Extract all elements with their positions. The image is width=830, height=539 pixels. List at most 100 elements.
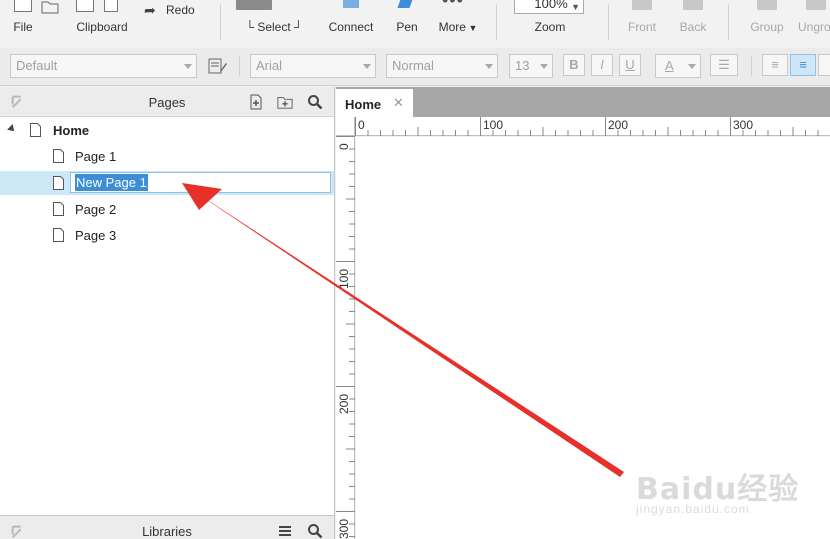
pages-panel: Pages Home Page 1 New Page 1 Page 2 Page… [0, 87, 335, 515]
ruler-corner [336, 117, 355, 136]
style-select[interactable]: Default [10, 54, 197, 78]
tree-item-new-page-1[interactable]: New Page 1 [0, 171, 334, 195]
pen-icon [397, 0, 415, 8]
bullet-list-button[interactable]: ☰ [710, 54, 738, 76]
group-button[interactable]: Group [744, 0, 790, 48]
ungroup-icon [806, 0, 826, 10]
tree-item-label: Home [53, 123, 90, 138]
bold-button[interactable]: B [563, 54, 585, 76]
align-left-button[interactable]: ≡ [762, 54, 788, 76]
document-tab-bar: Home ✕ [336, 87, 830, 117]
font-weight-select[interactable]: Normal [386, 54, 498, 78]
page-icon [53, 149, 64, 163]
align-right-button[interactable] [818, 54, 830, 76]
close-tab-icon[interactable]: ✕ [393, 95, 404, 111]
toolbar-divider [608, 4, 609, 40]
more-tools-button[interactable]: ••• More ▼ [434, 0, 482, 48]
redo-button[interactable]: ➦ Redo [142, 0, 202, 48]
page-icon [53, 176, 64, 190]
send-to-back-button[interactable]: Back [672, 0, 714, 48]
underline-button[interactable]: U [619, 54, 641, 76]
pages-panel-header: Pages [0, 87, 334, 117]
pen-button[interactable]: Pen [390, 0, 424, 48]
ruler-label: 200 [337, 393, 351, 414]
tree-item-page-1[interactable]: Page 1 [0, 144, 334, 168]
select-bracket-right: ┘ [290, 20, 303, 34]
vertical-ruler: 0 100 200 300 [336, 136, 355, 539]
page-icon [53, 228, 64, 242]
ungroup-button[interactable]: Ungro [796, 0, 830, 48]
tree-collapse-icon[interactable] [7, 124, 17, 134]
edit-style-icon[interactable] [208, 58, 228, 74]
font-color-dropdown-icon [688, 64, 696, 69]
clipboard-button[interactable]: Clipboard [70, 0, 134, 48]
horizontal-ruler-ticks [355, 117, 819, 136]
select-bracket-left: └ [245, 20, 258, 34]
rename-page-input[interactable]: New Page 1 [70, 172, 331, 193]
more-dropdown-icon: ▼ [465, 23, 478, 33]
zoom-select[interactable]: 100% ▼ [514, 0, 584, 14]
search-icon[interactable] [307, 94, 323, 110]
page-icon [53, 202, 64, 216]
connector-icon [343, 0, 359, 8]
weight-dropdown-icon [485, 64, 493, 69]
open-button[interactable] [40, 0, 60, 48]
format-divider [239, 56, 240, 76]
copy-icon [76, 0, 94, 12]
add-folder-icon[interactable] [277, 94, 293, 110]
tree-item-label: Page 3 [75, 228, 117, 243]
baidu-watermark: Baidu经验 jingyan.baidu.com [636, 458, 826, 528]
selected-text: New Page 1 [75, 174, 148, 191]
zoom-dropdown-icon: ▼ [571, 2, 580, 12]
page-icon [30, 123, 41, 137]
ruler-label: 300 [733, 118, 754, 132]
ruler-label: 100 [337, 268, 351, 289]
font-color-select[interactable]: A [655, 54, 701, 78]
tree-item-home[interactable]: Home [0, 118, 334, 142]
format-toolbar: Default Arial Normal 13 B I U A ☰ ≡ ≡ [0, 48, 830, 86]
connect-button[interactable]: Connect [322, 0, 380, 48]
file-button[interactable]: File [6, 0, 40, 48]
align-center-icon: ≡ [799, 57, 807, 72]
italic-button[interactable]: I [591, 54, 613, 76]
style-dropdown-icon [184, 64, 192, 69]
toolbar-divider [220, 4, 221, 40]
tree-item-label: Page 2 [75, 202, 117, 217]
toolbar-divider [728, 4, 729, 40]
group-icon [757, 0, 777, 10]
size-dropdown-icon [540, 64, 548, 69]
send-back-icon [683, 0, 703, 10]
font-dropdown-icon [363, 64, 371, 69]
search-icon[interactable] [307, 523, 323, 539]
ruler-label: 200 [608, 118, 629, 132]
format-divider [751, 56, 752, 76]
menu-icon[interactable] [277, 523, 293, 539]
bring-front-icon [632, 0, 652, 10]
font-family-select[interactable]: Arial [250, 54, 376, 78]
tree-item-page-3[interactable]: Page 3 [0, 223, 334, 247]
ruler-label: 100 [483, 118, 504, 132]
watermark-url: jingyan.baidu.com [636, 502, 750, 516]
more-dots-icon: ••• [442, 0, 464, 10]
ruler-label: 300 [337, 518, 351, 539]
toolbar-divider [496, 4, 497, 40]
ruler-label: 0 [337, 143, 351, 150]
vertical-ruler-ticks [336, 136, 355, 537]
paste-icon [104, 0, 118, 12]
ruler-label: 0 [358, 118, 365, 132]
select-icon [236, 0, 272, 10]
tree-item-label: Page 1 [75, 149, 117, 164]
font-size-select[interactable]: 13 [509, 54, 553, 78]
new-file-icon [14, 0, 32, 12]
zoom-control: 100% ▼ Zoom [514, 0, 586, 48]
add-page-icon[interactable] [248, 94, 264, 110]
align-left-icon: ≡ [771, 57, 779, 72]
list-icon: ☰ [718, 57, 730, 72]
bring-to-front-button[interactable]: Front [620, 0, 664, 48]
tree-item-page-2[interactable]: Page 2 [0, 197, 334, 221]
select-mode-button[interactable]: └ Select ┘ [234, 0, 314, 48]
align-center-button[interactable]: ≡ [790, 54, 816, 76]
tab-home[interactable]: Home ✕ [336, 89, 413, 117]
folder-icon [41, 1, 59, 14]
libraries-panel-header: Libraries [0, 515, 335, 539]
